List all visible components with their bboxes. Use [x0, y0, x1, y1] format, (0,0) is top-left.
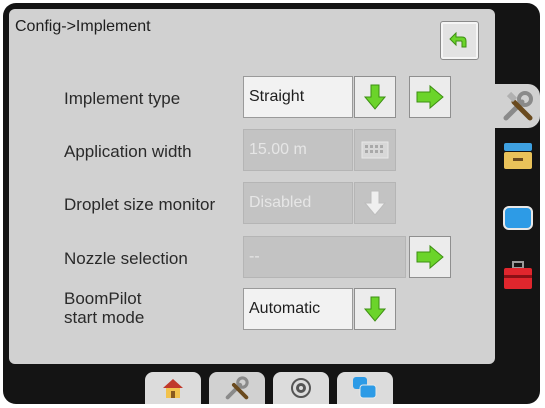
drawer-icon	[503, 143, 532, 169]
implement-type-dropdown-button[interactable]	[354, 76, 396, 118]
window-frame: Config->Implement Implement type Straigh…	[3, 3, 540, 404]
side-tab-drawer[interactable]	[495, 134, 540, 178]
green-down-arrow-icon	[363, 296, 387, 322]
application-width-field: 15.00 m	[243, 129, 353, 171]
keyboard-icon	[361, 141, 389, 159]
boompilot-label-line2: start mode	[64, 308, 145, 327]
nozzle-selection-next-button[interactable]	[409, 236, 451, 278]
boompilot-start-mode-label: BoomPilot start mode	[64, 289, 144, 327]
gray-down-arrow-icon	[363, 190, 387, 216]
gps-icon	[291, 378, 311, 398]
boompilot-start-mode-field[interactable]: Automatic	[243, 288, 353, 330]
implement-type-label: Implement type	[64, 89, 181, 108]
bottom-tab-tools[interactable]	[209, 372, 265, 404]
back-button[interactable]	[440, 21, 479, 60]
green-down-arrow-icon	[363, 84, 387, 110]
nozzle-selection-label: Nozzle selection	[64, 249, 188, 268]
toolbox-icon	[503, 261, 532, 289]
config-panel: Config->Implement Implement type Straigh…	[9, 9, 495, 364]
droplet-size-monitor-field: Disabled	[243, 182, 353, 224]
green-right-arrow-icon	[416, 84, 444, 110]
tools-icon	[225, 376, 249, 400]
droplet-size-dropdown-button	[354, 182, 396, 224]
keypad-button	[354, 129, 396, 171]
screen-icon	[502, 206, 533, 230]
boompilot-start-mode-dropdown-button[interactable]	[354, 288, 396, 330]
bottom-tab-home[interactable]	[145, 372, 201, 404]
nozzle-selection-field: --	[243, 236, 406, 278]
green-right-arrow-icon	[416, 244, 444, 270]
application-width-label: Application width	[64, 142, 192, 161]
tools-icon	[503, 91, 533, 121]
implement-type-next-button[interactable]	[409, 76, 451, 118]
side-tab-screen[interactable]	[495, 196, 540, 240]
side-tab-toolbox[interactable]	[495, 254, 540, 298]
home-icon	[163, 379, 183, 398]
page-title: Config->Implement	[15, 18, 151, 35]
back-arrow-icon	[449, 31, 467, 48]
droplet-size-monitor-label: Droplet size monitor	[64, 195, 216, 214]
side-tab-tools[interactable]	[495, 84, 540, 128]
layers-icon	[353, 377, 377, 399]
bottom-tab-gps[interactable]	[273, 372, 329, 404]
bottom-tab-layers[interactable]	[337, 372, 393, 404]
implement-type-field[interactable]: Straight	[243, 76, 353, 118]
boompilot-label-line1: BoomPilot	[64, 289, 142, 308]
